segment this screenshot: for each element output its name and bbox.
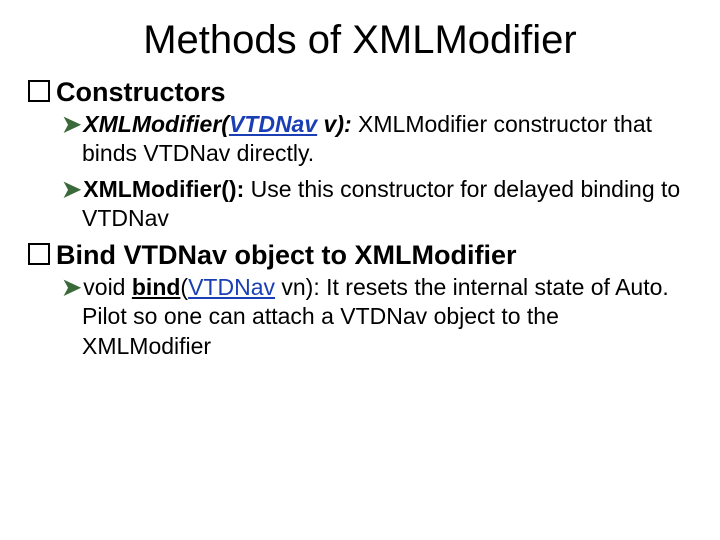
list-item: ➤XMLModifier(VTDNav v): XMLModifier cons… — [62, 110, 692, 169]
vtdnav-link[interactable]: VTDNav — [188, 274, 275, 300]
arg-rest: vn): — [275, 274, 326, 300]
section-constructors-heading: Constructors — [28, 77, 692, 108]
arrow-bullet-icon: ➤ — [62, 274, 81, 300]
arrow-bullet-icon: ➤ — [62, 176, 81, 202]
list-item: ➤XMLModifier(): Use this constructor for… — [62, 175, 692, 234]
section-heading-text: Constructors — [56, 77, 226, 107]
signature-post: v): — [317, 111, 358, 137]
section-heading-text: Bind VTDNav object to XMLModifier — [56, 240, 517, 270]
square-bullet-icon — [28, 243, 50, 265]
list-item: ➤void bind(VTDNav vn): It resets the int… — [62, 273, 692, 361]
slide: Methods of XMLModifier Constructors ➤XML… — [0, 0, 720, 540]
slide-title: Methods of XMLModifier — [28, 18, 692, 63]
signature: XMLModifier(): — [83, 176, 250, 202]
return-type: void — [83, 274, 132, 300]
arrow-bullet-icon: ➤ — [62, 111, 81, 137]
section-bind-heading: Bind VTDNav object to XMLModifier — [28, 240, 692, 271]
signature-pre: XMLModifier( — [83, 111, 229, 137]
method-name: bind — [132, 274, 181, 300]
section-constructors-items: ➤XMLModifier(VTDNav v): XMLModifier cons… — [28, 110, 692, 234]
vtdnav-link[interactable]: VTDNav — [229, 111, 317, 137]
paren-open: ( — [180, 274, 188, 300]
section-bind-items: ➤void bind(VTDNav vn): It resets the int… — [28, 273, 692, 361]
square-bullet-icon — [28, 80, 50, 102]
